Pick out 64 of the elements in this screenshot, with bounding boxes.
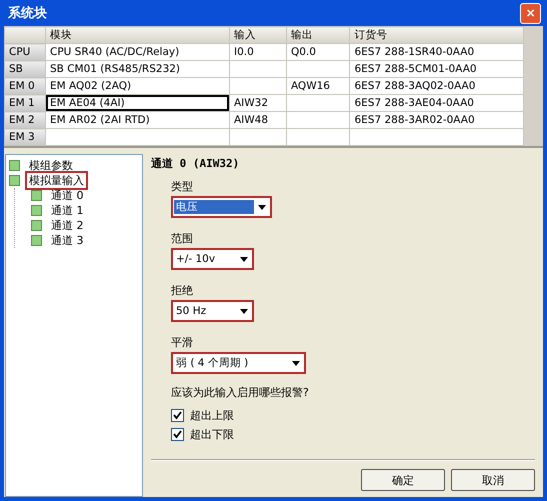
table-cell[interactable] — [286, 60, 350, 78]
column-header: 输出 — [286, 26, 350, 44]
caret-icon — [258, 204, 266, 210]
table-cell[interactable] — [286, 128, 350, 146]
table-cell[interactable]: CPU SR40 (AC/DC/Relay) — [46, 44, 230, 60]
tree-node-icon — [31, 190, 42, 201]
alarm-question: 应该为此输入启用哪些报警? — [171, 385, 310, 400]
dialog-button[interactable]: 取消 — [451, 469, 535, 491]
table-cell[interactable]: I0.0 — [230, 44, 286, 60]
window-title: 系统块 — [8, 4, 47, 22]
field-label: 平滑 — [171, 335, 194, 350]
row-header[interactable]: EM 0 — [4, 78, 46, 94]
corner-header — [4, 26, 46, 44]
channel-title: 通道 0 (AIW32) — [151, 156, 240, 171]
table-cell[interactable] — [230, 128, 286, 146]
tree-item[interactable]: 模拟量输入 — [25, 171, 88, 190]
table-cell[interactable]: AIW48 — [230, 112, 286, 128]
tree-node-icon — [31, 235, 42, 246]
field-label: 范围 — [171, 231, 194, 246]
dropdown[interactable]: 弱 ( 4 个周期 ) — [171, 352, 306, 374]
checkbox-label: 超出下限 — [190, 426, 234, 442]
table-cell[interactable]: EM AR02 (2AI RTD) — [46, 112, 230, 128]
dropdown[interactable]: +/- 10v — [171, 248, 254, 270]
column-header: 订货号 — [350, 26, 524, 44]
table-cell[interactable] — [350, 128, 524, 146]
row-header[interactable]: EM 2 — [4, 112, 46, 128]
field-label: 类型 — [171, 179, 194, 194]
table-cell[interactable] — [286, 112, 350, 128]
tree-node-icon — [31, 220, 42, 231]
tree-node-icon — [31, 205, 42, 216]
checkbox[interactable] — [171, 428, 184, 440]
caret-icon — [240, 256, 248, 262]
dropdown[interactable]: 电压 — [171, 196, 272, 218]
row-header[interactable]: SB — [4, 60, 46, 78]
table-cell[interactable]: EM AQ02 (2AQ) — [46, 78, 230, 94]
table-cell[interactable]: 6ES7 288-3AE04-0AA0 — [350, 94, 524, 112]
column-header: 输入 — [230, 26, 286, 44]
table-cell[interactable]: Q0.0 — [286, 44, 350, 60]
caret-icon — [292, 360, 300, 366]
table-cell[interactable]: 6ES7 288-3AR02-0AA0 — [350, 112, 524, 128]
table-cell[interactable]: SB CM01 (RS485/RS232) — [46, 60, 230, 78]
table-cell[interactable] — [286, 94, 350, 112]
row-header[interactable]: EM 3 — [4, 128, 46, 146]
table-cell[interactable]: 6ES7 288-1SR40-0AA0 — [350, 44, 524, 60]
close-button[interactable]: ✕ — [520, 2, 541, 24]
dropdown[interactable]: 50 Hz — [171, 300, 254, 322]
table-cell[interactable]: EM AE04 (4AI) — [46, 94, 230, 112]
table-cell[interactable]: 6ES7 288-3AQ02-0AA0 — [350, 78, 524, 94]
field-label: 拒绝 — [171, 283, 194, 298]
dialog-button[interactable]: 确定 — [361, 469, 445, 491]
column-header: 模块 — [46, 26, 230, 44]
table-cell[interactable]: AIW32 — [230, 94, 286, 112]
row-header[interactable]: CPU — [4, 44, 46, 60]
row-header[interactable]: EM 1 — [4, 94, 46, 112]
table-cell[interactable] — [230, 60, 286, 78]
table-cell[interactable]: 6ES7 288-5CM01-0AA0 — [350, 60, 524, 78]
tree-node-icon — [9, 160, 20, 171]
checkbox-label: 超出上限 — [190, 408, 234, 422]
table-cell[interactable] — [46, 128, 230, 146]
table-cell[interactable] — [230, 78, 286, 94]
tree-node-icon — [9, 175, 20, 186]
checkbox[interactable] — [171, 408, 184, 422]
table-cell[interactable]: AQW16 — [286, 78, 350, 94]
caret-icon — [240, 308, 248, 314]
